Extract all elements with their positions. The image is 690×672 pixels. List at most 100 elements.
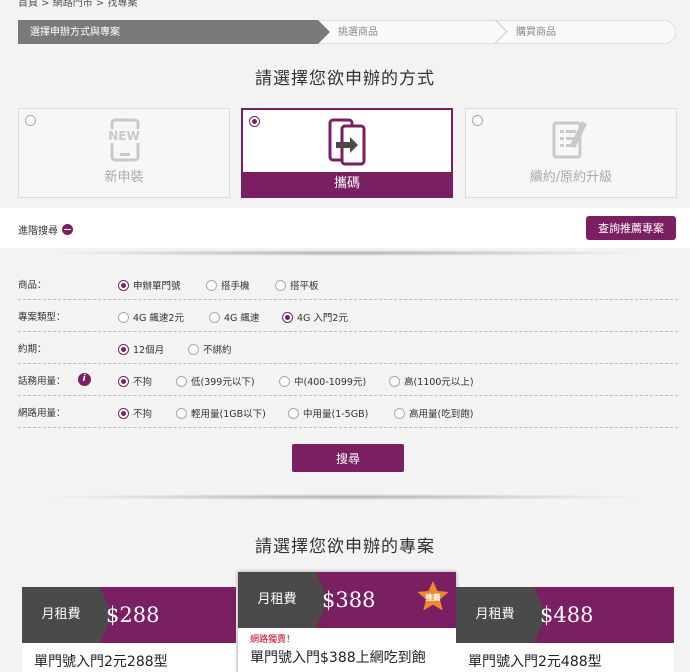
filter-option[interactable]: 4G 飆速: [209, 310, 259, 324]
filter-option[interactable]: 低(399元以下): [176, 374, 255, 388]
plan-card[interactable]: 月租費 $288 單門號入門2元288型: [22, 587, 236, 672]
option-label: 輕用量(1GB以下): [191, 409, 266, 420]
option-label: 高用量(吃到飽): [409, 409, 474, 420]
method-radio[interactable]: [25, 115, 36, 126]
radio-button[interactable]: [206, 279, 217, 291]
radio-button[interactable]: [188, 343, 199, 355]
option-label: 中用量(1-5GB): [303, 409, 369, 420]
plan-name: 單門號入門$388上網吃到飽: [250, 650, 426, 666]
option-label: 中(400-1099元): [294, 377, 367, 388]
step-progress: 選擇申辦方式與專案 挑選商品 購買商品: [18, 20, 676, 44]
filter-label: 話務用量：: [18, 375, 66, 387]
filter-option[interactable]: 不綁約: [188, 342, 232, 356]
filter-option[interactable]: 高用量(吃到飽): [394, 406, 473, 420]
plan-price: $488: [540, 603, 594, 627]
option-label: 不拘: [133, 409, 153, 420]
radio-button[interactable]: [118, 407, 129, 419]
radio-button[interactable]: [118, 279, 129, 291]
radio-button[interactable]: [118, 311, 129, 323]
filter-row-product: 商品： 申辦單門號 搭手機 搭平板: [18, 268, 678, 300]
new-icon-text: NEW: [108, 129, 139, 143]
step-1: 選擇申辦方式與專案: [18, 20, 330, 44]
radio-button[interactable]: [209, 311, 220, 323]
filter-option[interactable]: 不拘: [118, 374, 152, 388]
method-renew-upgrade[interactable]: 續約/原約升級: [465, 108, 677, 198]
filter-label: 約期：: [18, 343, 47, 355]
option-label: 不綁約: [203, 345, 232, 356]
method-label: 新申裝: [104, 170, 144, 185]
radio-button[interactable]: [282, 311, 293, 323]
plan-card-header: 月租費 $488: [456, 587, 674, 643]
method-label: 續約/原約升級: [529, 170, 613, 185]
radio-button[interactable]: [288, 407, 299, 419]
filter-label: 商品：: [18, 279, 47, 291]
collapse-minus-icon[interactable]: [62, 224, 73, 235]
filter-label: 專案類型：: [18, 311, 66, 323]
radio-button[interactable]: [176, 407, 187, 419]
method-radio[interactable]: [249, 116, 260, 127]
filter-option[interactable]: 不拘: [118, 406, 152, 420]
plan-name: 單門號入門2元488型: [468, 654, 602, 670]
filter-row-call-usage: 話務用量： i 不拘 低(399元以下) 中(400-1099元) 高(1100元…: [18, 364, 678, 396]
advanced-search-toggle[interactable]: 進階搜尋: [18, 222, 73, 237]
rent-label: 月租費: [238, 572, 328, 628]
contract-icon: [550, 117, 592, 169]
plan-title: 請選擇您欲申辦的專案: [255, 537, 435, 557]
port-phone-icon: [326, 118, 368, 170]
radio-button[interactable]: [275, 279, 286, 291]
plan-card-header: 月租費 $288: [22, 587, 236, 643]
info-icon[interactable]: i: [77, 373, 91, 386]
radio-button[interactable]: [176, 375, 187, 387]
option-label: 4G 飆速2元: [133, 313, 184, 324]
option-label: 申辦單門號: [133, 281, 181, 292]
filter-label-wrap: 話務用量： i: [18, 373, 118, 387]
option-label: 高(1100元以上): [404, 377, 474, 388]
radio-button[interactable]: [389, 375, 400, 387]
radio-button[interactable]: [394, 407, 405, 419]
recommend-star-badge: 推薦: [416, 580, 450, 614]
divider-shadow: [40, 494, 650, 500]
step-2: 挑選商品: [318, 20, 496, 44]
filter-option[interactable]: 4G 入門2元: [282, 310, 348, 324]
radio-button[interactable]: [279, 375, 290, 387]
advanced-search-bar: 進階搜尋 查詢推薦專案: [0, 208, 690, 248]
option-label: 4G 飆速: [224, 313, 260, 324]
badge-text: 推薦: [426, 592, 441, 602]
step-3: 購買商品: [496, 20, 676, 44]
option-label: 搭平板: [290, 281, 319, 292]
filter-option[interactable]: 輕用量(1GB以下): [176, 406, 266, 420]
filter-row-plan-type: 專案類型： 4G 飆速2元 4G 飆速 4G 入門2元: [18, 300, 678, 332]
filter-option[interactable]: 搭平板: [275, 278, 319, 292]
radio-button[interactable]: [118, 375, 129, 387]
divider-shadow: [40, 250, 650, 256]
web-exclusive-tag: 網路獨賣！: [250, 635, 296, 645]
filter-row-data-usage: 網路用量： 不拘 輕用量(1GB以下) 中用量(1-5GB) 高用量(吃到飽): [18, 396, 678, 428]
method-label: 攜碼: [243, 172, 451, 196]
radio-button[interactable]: [118, 343, 129, 355]
filter-option[interactable]: 中用量(1-5GB): [288, 406, 368, 420]
rent-label: 月租費: [456, 587, 546, 643]
filter-panel: 商品： 申辦單門號 搭手機 搭平板 專案類型： 4G 飆速2元 4G 飆速 4G…: [18, 268, 678, 428]
method-new-signup[interactable]: NEW 新申裝: [18, 108, 230, 198]
filter-option[interactable]: 高(1100元以上): [389, 374, 474, 388]
new-phone-icon: NEW: [104, 117, 144, 169]
plan-price: $288: [106, 603, 160, 627]
filter-option[interactable]: 搭手機: [206, 278, 250, 292]
filter-option[interactable]: 12個月: [118, 342, 164, 356]
option-label: 4G 入門2元: [297, 313, 348, 324]
filter-row-contract: 約期： 12個月 不綁約: [18, 332, 678, 364]
plan-card[interactable]: 月租費 $488 單門號入門2元488型: [456, 587, 674, 672]
plan-card-featured[interactable]: 月租費 $388 推薦 網路獨賣！ 單門號入門$388上網吃到飽: [238, 572, 456, 672]
option-label: 不拘: [133, 377, 153, 388]
search-button[interactable]: 搜尋: [292, 444, 404, 472]
filter-option[interactable]: 中(400-1099元): [279, 374, 366, 388]
recommend-plans-button[interactable]: 查詢推薦專案: [586, 216, 676, 240]
advanced-search-label: 進階搜尋: [18, 226, 58, 237]
filter-option[interactable]: 4G 飆速2元: [118, 310, 184, 324]
option-label: 12個月: [133, 345, 165, 356]
option-label: 低(399元以下): [191, 377, 255, 388]
plan-name: 單門號入門2元288型: [34, 654, 168, 670]
filter-option[interactable]: 申辦單門號: [118, 278, 181, 292]
method-port-number[interactable]: 攜碼: [241, 108, 453, 198]
method-radio[interactable]: [472, 115, 483, 126]
